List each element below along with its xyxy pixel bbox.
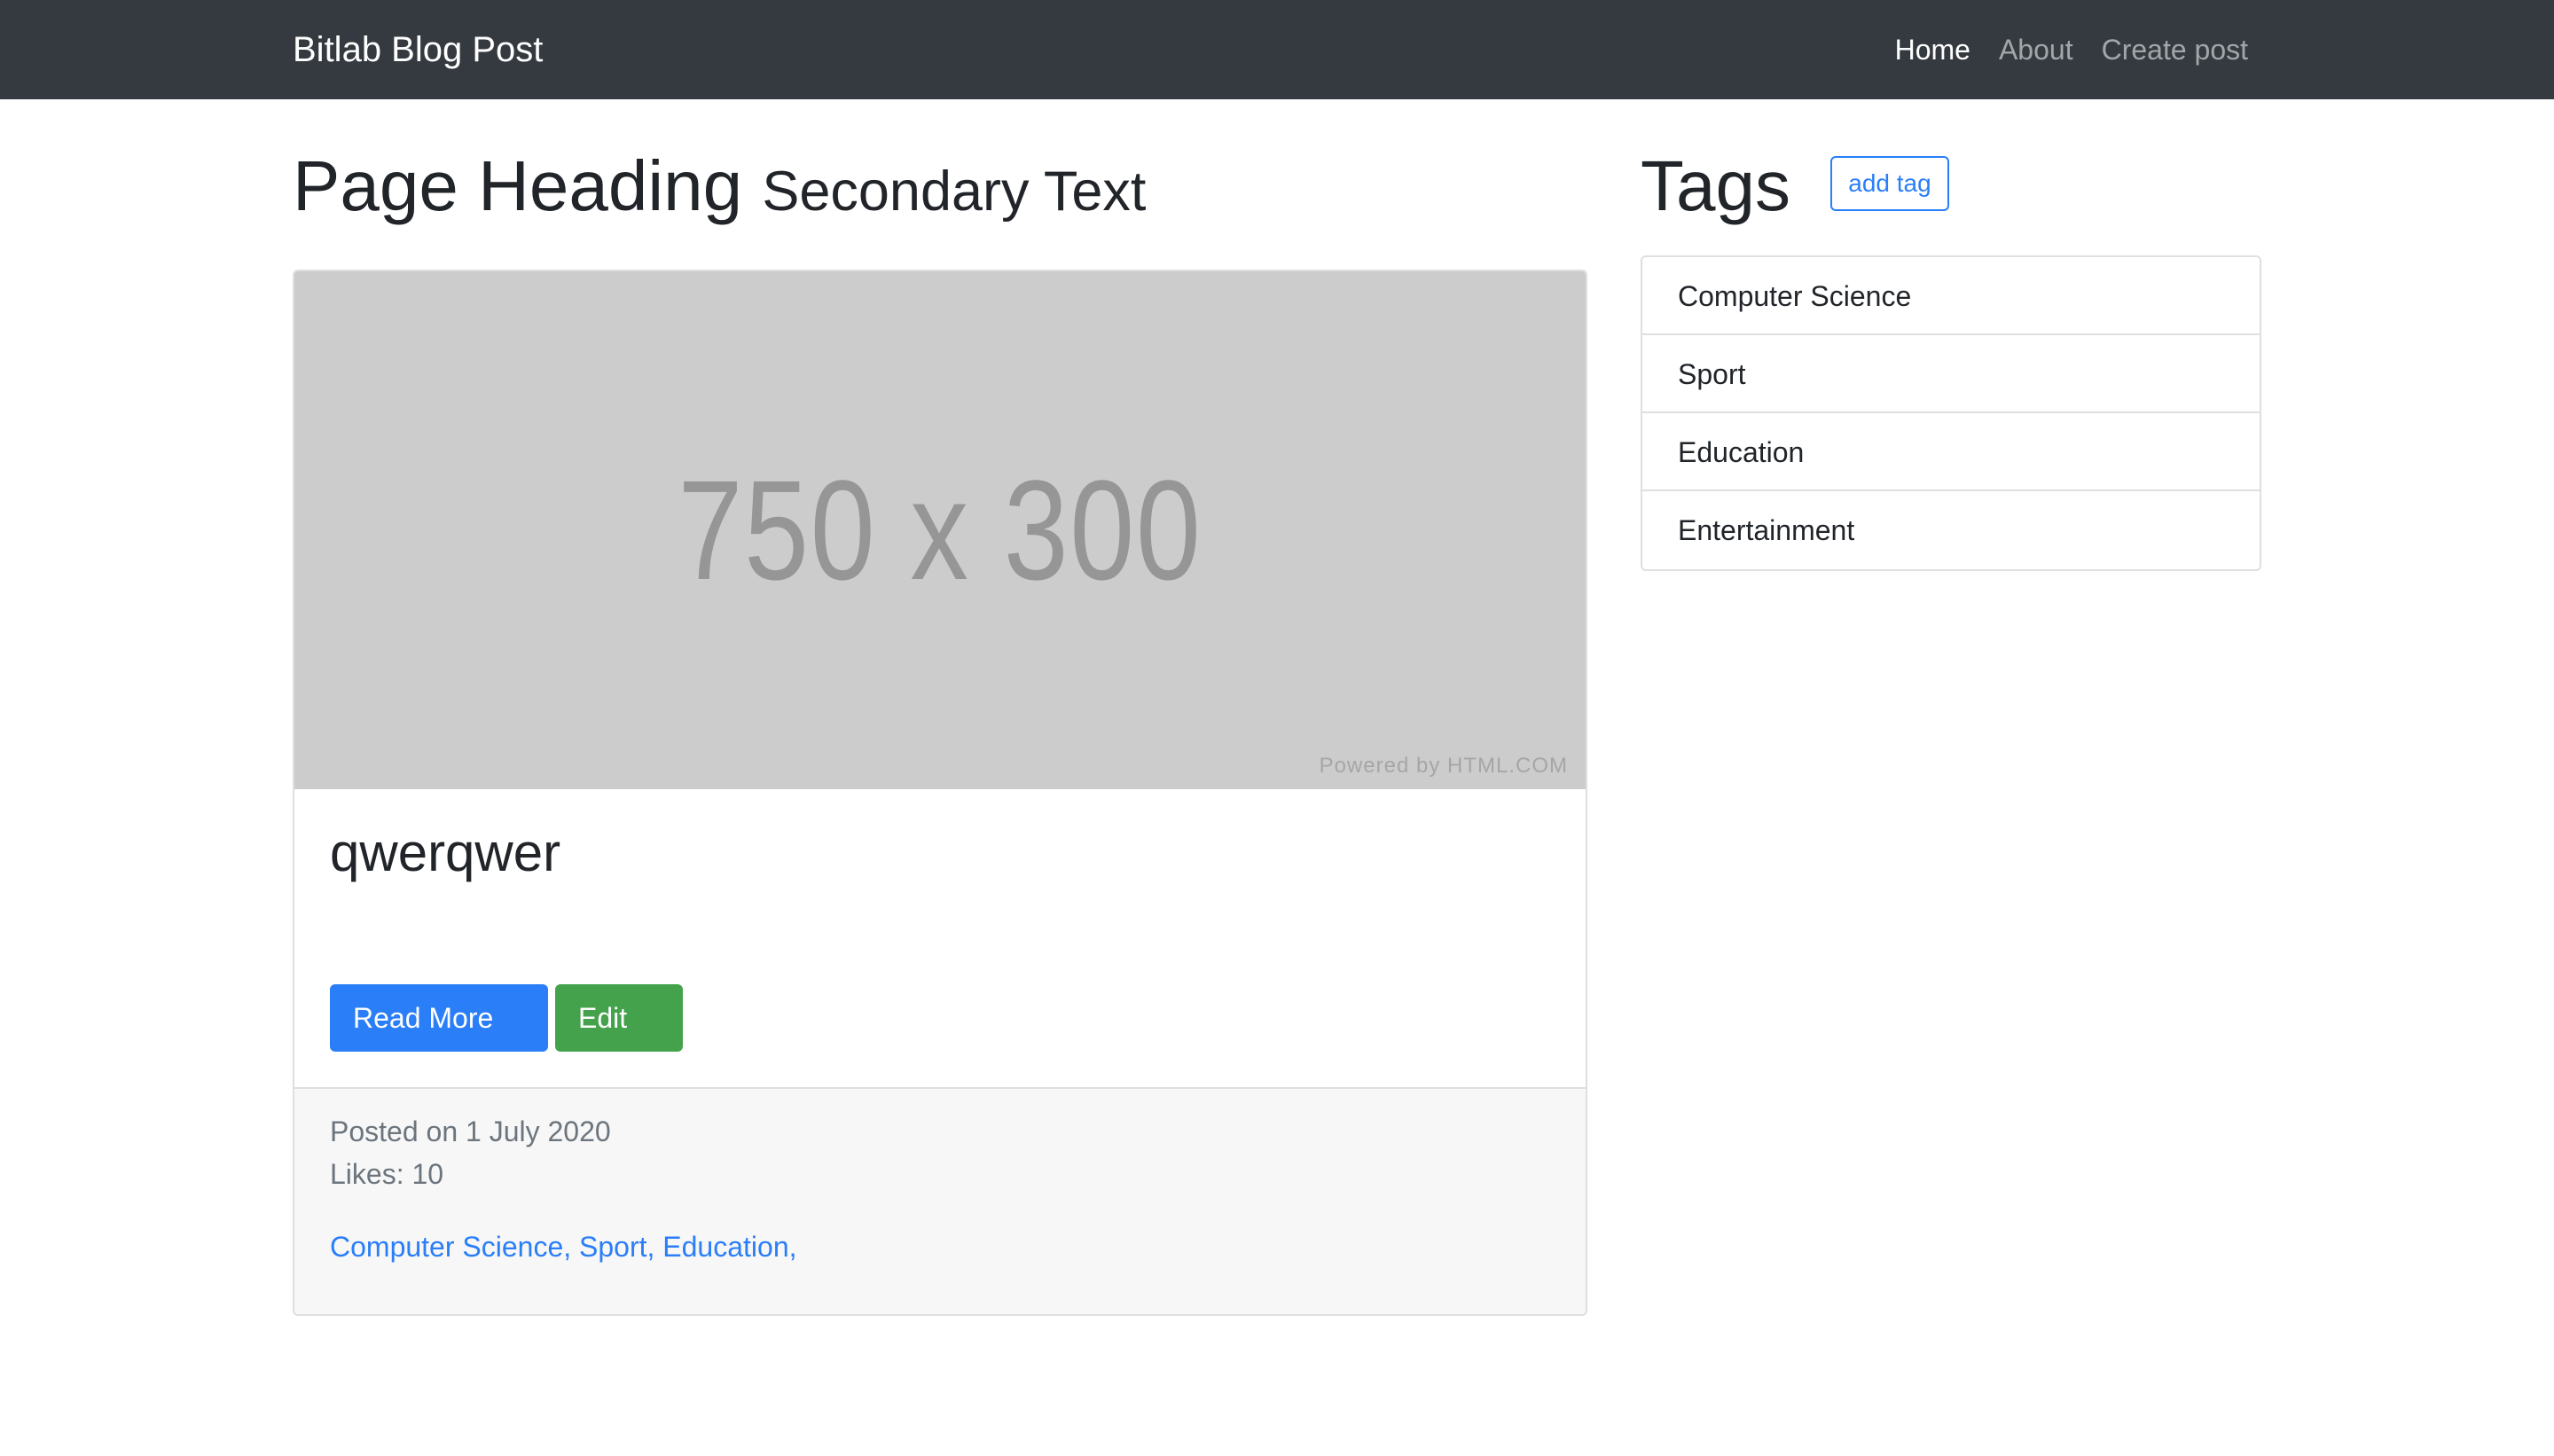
post-footer: Posted on 1 July 2020 Likes: 10 Computer…	[294, 1087, 1586, 1314]
tag-trailing-comma: ,	[788, 1231, 797, 1263]
tag-separator: ,	[563, 1231, 580, 1263]
image-credit: Powered by HTML.COM	[1319, 754, 1568, 778]
tag-item-sport[interactable]: Sport	[1642, 335, 2260, 413]
tag-separator: ,	[646, 1231, 663, 1263]
nav-create-post[interactable]: Create post	[2102, 27, 2248, 73]
post-date: Posted on 1 July 2020	[330, 1115, 611, 1147]
page-title: Page Heading Secondary Text	[293, 142, 1146, 236]
nav-about[interactable]: About	[1999, 27, 2073, 73]
add-tag-button[interactable]: add tag	[1830, 156, 1949, 211]
tag-item-computer-science[interactable]: Computer Science	[1642, 257, 2260, 335]
page-heading-text: Page Heading	[293, 146, 743, 225]
page-subheading: Secondary Text	[762, 160, 1147, 223]
post-card: 750 x 300 Powered by HTML.COM qwerqwer q…	[293, 270, 1587, 1316]
post-image-placeholder: 750 x 300 Powered by HTML.COM	[294, 271, 1586, 789]
post-tag-link[interactable]: Sport	[579, 1231, 646, 1263]
brand-link[interactable]: Bitlab Blog Post	[293, 27, 543, 73]
post-likes: Likes: 10	[330, 1158, 444, 1190]
navbar: Bitlab Blog Post Home About Create post	[0, 0, 2554, 99]
post-title: qwerqwer	[330, 823, 561, 882]
post-tag-link[interactable]: Education	[662, 1231, 788, 1263]
post-actions: Read More → Edit →	[330, 984, 683, 1101]
tag-item-entertainment[interactable]: Entertainment	[1642, 491, 2260, 569]
tags-heading: Tags	[1641, 146, 1790, 225]
tag-item-education[interactable]: Education	[1642, 413, 2260, 491]
nav-home[interactable]: Home	[1895, 27, 1970, 73]
nav-links: Home About Create post	[1895, 27, 2248, 73]
post-tags: Computer Science, Sport, Education,	[330, 1227, 797, 1266]
image-dimensions-text: 750 x 300	[678, 450, 1203, 609]
edit-button[interactable]: Edit →	[555, 984, 683, 1101]
post-tag-link[interactable]: Computer Science	[330, 1231, 563, 1263]
tags-list: Computer Science Sport Education Enterta…	[1641, 255, 2261, 571]
read-more-button[interactable]: Read More →	[330, 984, 548, 1101]
